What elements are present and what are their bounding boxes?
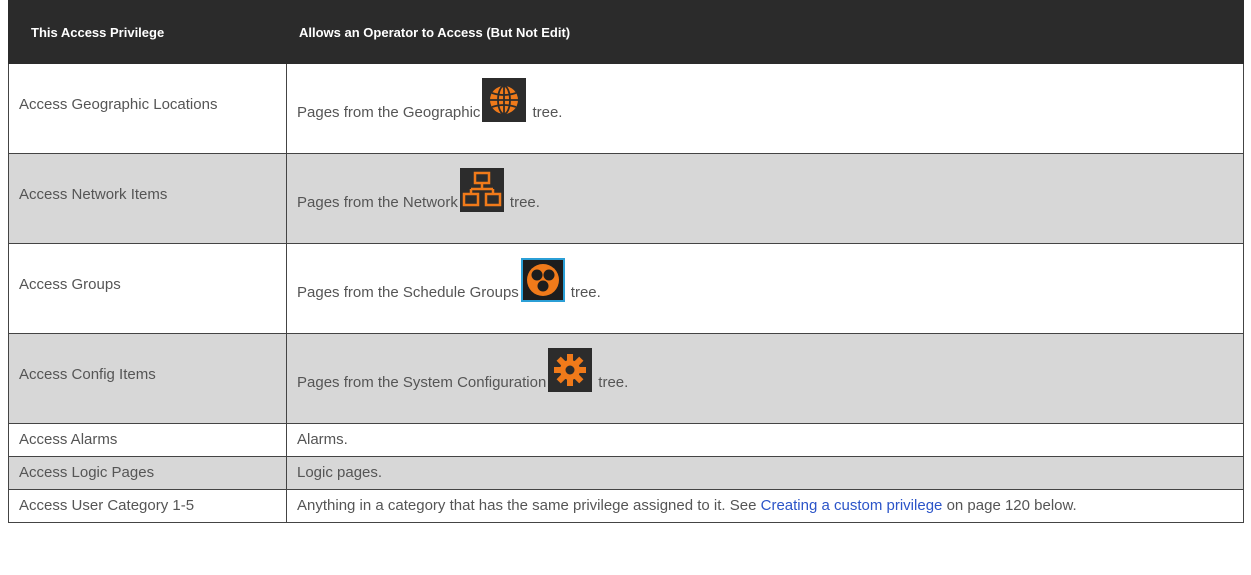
privilege-cell: Access Alarms xyxy=(8,423,287,457)
description-cell: Anything in a category that has the same… xyxy=(286,489,1244,523)
description-text-after: tree. xyxy=(509,194,540,211)
header-access-privilege: This Access Privilege xyxy=(8,0,287,64)
description-text: Pages from the Schedule Groups xyxy=(297,284,519,301)
access-privileges-table: This Access Privilege Allows an Operator… xyxy=(8,0,1244,523)
description-text-after: on page 120 below. xyxy=(946,497,1077,514)
table-row: Access Config Items Pages from the Syste… xyxy=(8,333,1244,424)
description-text: Pages from the System Configuration xyxy=(297,374,547,391)
privilege-cell: Access Geographic Locations xyxy=(8,63,287,154)
description-text-after: tree. xyxy=(532,104,563,121)
description-text-after: tree. xyxy=(598,374,629,391)
description-cell: Pages from the System Configuration tree… xyxy=(286,333,1244,424)
creating-custom-privilege-link[interactable]: Creating a custom privilege xyxy=(761,497,943,514)
table-row: Access Geographic Locations Pages from t… xyxy=(8,63,1244,154)
table-row: Access Alarms Alarms. xyxy=(8,423,1244,457)
schedule-groups-icon xyxy=(520,258,565,302)
privileges-table-container: This Access Privilege Allows an Operator… xyxy=(8,0,1244,523)
description-text: Pages from the Geographic xyxy=(297,104,481,121)
description-text: Anything in a category that has the same… xyxy=(297,497,757,514)
header-allows-access: Allows an Operator to Access (But Not Ed… xyxy=(286,0,1244,64)
description-text: Pages from the Network xyxy=(297,194,458,211)
description-text-after: tree. xyxy=(570,284,601,301)
table-row: Access Network Items Pages from the Netw… xyxy=(8,153,1244,244)
table-header-row: This Access Privilege Allows an Operator… xyxy=(8,0,1244,64)
table-row: Access Groups Pages from the Schedule Gr… xyxy=(8,243,1244,334)
privilege-cell: Access Config Items xyxy=(8,333,287,424)
globe-icon xyxy=(482,78,527,122)
description-cell: Pages from the Schedule Groups tree. xyxy=(286,243,1244,334)
privilege-cell: Access Network Items xyxy=(8,153,287,244)
description-cell: Logic pages. xyxy=(286,456,1244,490)
privilege-cell: Access Groups xyxy=(8,243,287,334)
description-cell: Pages from the Network tree. xyxy=(286,153,1244,244)
privilege-cell: Access Logic Pages xyxy=(8,456,287,490)
table-row: Access Logic Pages Logic pages. xyxy=(8,456,1244,490)
gear-icon xyxy=(548,348,593,392)
description-cell: Alarms. xyxy=(286,423,1244,457)
privilege-cell: Access User Category 1-5 xyxy=(8,489,287,523)
network-tree-icon xyxy=(459,168,504,212)
description-cell: Pages from the Geographic tree. xyxy=(286,63,1244,154)
table-row: Access User Category 1-5 Anything in a c… xyxy=(8,489,1244,523)
